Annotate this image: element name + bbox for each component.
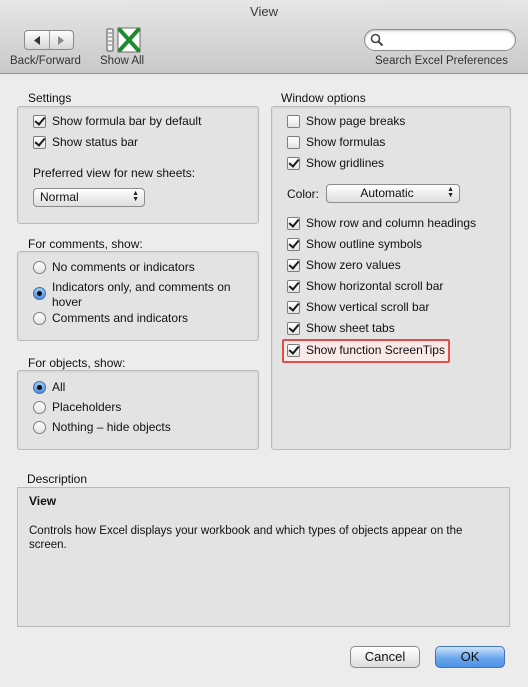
description-text: Controls how Excel displays your workboo…: [29, 524, 504, 552]
objects-title: For objects, show:: [28, 356, 126, 370]
back-button[interactable]: [25, 31, 49, 49]
color-label: Color:: [287, 187, 320, 201]
show-outline-symbols-checkbox[interactable]: Show outline symbols: [287, 237, 422, 252]
radio-button[interactable]: [33, 401, 46, 414]
gridline-color-value: Automatic: [360, 186, 414, 200]
checkbox-checked[interactable]: [287, 344, 300, 357]
checkbox-label: Show vertical scroll bar: [306, 300, 430, 314]
radio-label: Placeholders: [52, 400, 122, 414]
radio-button[interactable]: [33, 261, 46, 274]
forward-button[interactable]: [48, 31, 74, 49]
window-options-title: Window options: [281, 91, 366, 105]
show-status-bar-checkbox[interactable]: Show status bar: [33, 135, 138, 150]
back-forward-label: Back/Forward: [10, 55, 81, 67]
show-gridlines-checkbox[interactable]: Show gridlines: [287, 156, 384, 171]
gridline-color-select[interactable]: Automatic ▲ ▼: [326, 184, 460, 203]
radio-label: Comments and indicators: [52, 311, 189, 325]
objects-option-placeholders[interactable]: Placeholders: [33, 400, 121, 415]
checkbox-checked[interactable]: [287, 157, 300, 170]
show-horizontal-scroll-checkbox[interactable]: Show horizontal scroll bar: [287, 279, 443, 294]
search-icon: [370, 33, 384, 47]
checkbox-checked[interactable]: [287, 259, 300, 272]
checkbox-checked[interactable]: [287, 217, 300, 230]
radio-label: Indicators only, and comments on hover: [52, 280, 231, 310]
checkbox[interactable]: [287, 115, 300, 128]
cancel-button[interactable]: Cancel: [350, 646, 420, 668]
description-text-line2: screen.: [29, 539, 67, 551]
select-arrows-icon: ▲ ▼: [132, 190, 139, 203]
checkbox-checked[interactable]: [287, 238, 300, 251]
description-panel: View Controls how Excel displays your wo…: [17, 487, 510, 627]
checkbox-label: Show row and column headings: [306, 216, 477, 230]
description-text-line1: Controls how Excel displays your workboo…: [29, 525, 463, 537]
settings-title: Settings: [28, 91, 72, 105]
description-title: Description: [27, 472, 88, 486]
checkbox-label: Show page breaks: [306, 114, 406, 128]
checkbox-label: Show outline symbols: [306, 237, 423, 251]
checkbox-label: Show zero values: [306, 258, 401, 272]
comments-option-none[interactable]: No comments or indicators: [33, 260, 195, 275]
radio-button-selected[interactable]: [33, 287, 46, 300]
show-function-screentips-checkbox[interactable]: Show function ScreenTips: [287, 343, 445, 358]
description-heading: View: [29, 494, 57, 508]
ok-button[interactable]: OK: [435, 646, 505, 668]
radio-label-line1: Indicators only, and comments on: [52, 280, 231, 294]
radio-button[interactable]: [33, 421, 46, 434]
objects-option-all[interactable]: All: [33, 380, 65, 395]
checkbox-label: Show gridlines: [306, 156, 385, 170]
toolbar: View Back/Forward Show All Search Excel …: [0, 0, 528, 74]
checkbox-label: Show function ScreenTips: [306, 343, 445, 357]
back-forward-control[interactable]: [24, 30, 74, 50]
search-label: Search Excel Preferences: [375, 55, 508, 67]
radio-label: All: [52, 380, 66, 394]
checkbox-label: Show formulas: [306, 135, 386, 149]
show-vertical-scroll-checkbox[interactable]: Show vertical scroll bar: [287, 300, 429, 315]
radio-label: Nothing – hide objects: [52, 420, 171, 434]
objects-option-hide[interactable]: Nothing – hide objects: [33, 420, 171, 435]
window-title: View: [250, 4, 278, 19]
checkbox-checked[interactable]: [287, 322, 300, 335]
show-headings-checkbox[interactable]: Show row and column headings: [287, 216, 476, 231]
checkbox-label: Show formula bar by default: [52, 114, 202, 128]
preferred-view-value: Normal: [40, 190, 79, 204]
search-field[interactable]: [364, 29, 516, 51]
show-page-breaks-checkbox[interactable]: Show page breaks: [287, 114, 405, 129]
comments-title: For comments, show:: [28, 237, 143, 251]
excel-grid-icon: [106, 27, 141, 53]
chevron-right-icon: [58, 35, 65, 45]
show-all-label: Show All: [100, 55, 145, 67]
checkbox-label: Show sheet tabs: [306, 321, 395, 335]
select-arrows-icon: ▲ ▼: [447, 186, 454, 199]
checkbox-checked[interactable]: [33, 136, 46, 149]
show-formula-bar-checkbox[interactable]: Show formula bar by default: [33, 114, 201, 129]
radio-button-selected[interactable]: [33, 381, 46, 394]
checkbox-label: Show horizontal scroll bar: [306, 279, 444, 293]
show-all-button[interactable]: [104, 25, 142, 55]
checkbox-checked[interactable]: [287, 301, 300, 314]
chevron-left-icon: [33, 35, 40, 45]
radio-button[interactable]: [33, 312, 46, 325]
comments-option-all[interactable]: Comments and indicators: [33, 311, 188, 326]
show-formulas-checkbox[interactable]: Show formulas: [287, 135, 385, 150]
search-input[interactable]: [387, 32, 509, 48]
checkbox-checked[interactable]: [287, 280, 300, 293]
checkbox[interactable]: [287, 136, 300, 149]
checkbox-checked[interactable]: [33, 115, 46, 128]
comments-option-indicators[interactable]: Indicators only, and comments on hover: [33, 280, 231, 310]
radio-label: No comments or indicators: [52, 260, 195, 274]
preferred-view-select[interactable]: Normal ▲ ▼: [33, 188, 145, 207]
radio-label-line2: hover: [52, 295, 83, 309]
show-zero-values-checkbox[interactable]: Show zero values: [287, 258, 401, 273]
preferred-view-label: Preferred view for new sheets:: [33, 166, 196, 180]
show-sheet-tabs-checkbox[interactable]: Show sheet tabs: [287, 321, 395, 336]
checkbox-label: Show status bar: [52, 135, 139, 149]
